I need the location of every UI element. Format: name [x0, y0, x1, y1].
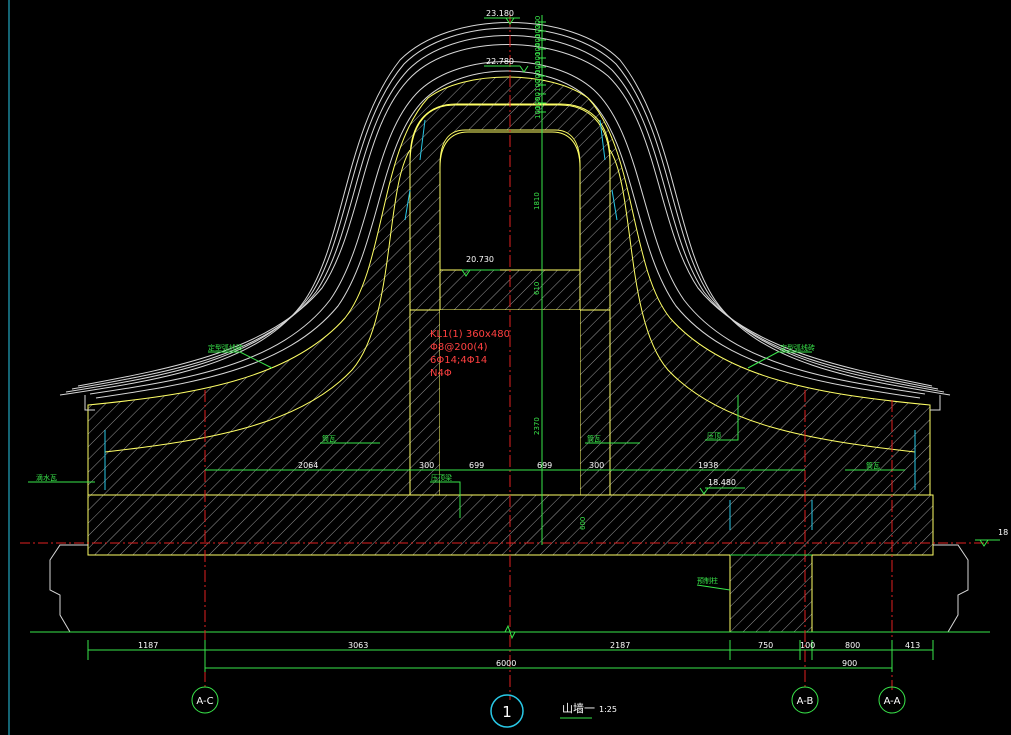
- top-dims: 20010040010010010020010060100100: [534, 16, 546, 119]
- section-number: 1: [502, 703, 512, 721]
- support-column: [729, 554, 813, 633]
- bdim-6: 413: [905, 641, 920, 650]
- axis-bubble-right2: A-A: [878, 686, 906, 714]
- bdim-2: 2187: [610, 641, 630, 650]
- idim-4: 300: [589, 461, 604, 470]
- ann-right-inner: 压顶: [707, 432, 721, 440]
- total-dim-left: 6000: [496, 659, 516, 668]
- elev-top: 23.180: [486, 9, 514, 18]
- ann-support: 预制柱: [697, 576, 718, 585]
- vdim-600: 600: [579, 517, 587, 530]
- axis-label-left: A-C: [196, 696, 213, 707]
- axis-bubble-right1: A-B: [791, 686, 819, 714]
- bdim-1: 3063: [348, 641, 368, 650]
- idim-3: 699: [537, 461, 552, 470]
- ann-center-base: 压顶梁: [431, 473, 452, 482]
- ann-left-curve: 定型弧线砖: [208, 343, 243, 352]
- axis-bubble-left: A-C: [191, 686, 219, 714]
- beam-note-line1: KL1(1) 360x480: [430, 329, 510, 340]
- bdim-3: 750: [758, 641, 773, 650]
- elev-beam: 20.730: [466, 255, 494, 264]
- bdim-4: 100: [800, 641, 815, 650]
- idim-1: 300: [419, 461, 434, 470]
- section-title-text: 山墙一: [562, 701, 595, 715]
- ann-left-inner: 筒瓦: [322, 434, 336, 443]
- ann-left-edge: 滴水瓦: [36, 473, 57, 482]
- elev-base: 18.480: [708, 478, 736, 487]
- total-dim-right: 900: [842, 659, 857, 668]
- vdim-2370: 2370: [533, 417, 541, 435]
- elev-ridge: 22.780: [486, 57, 514, 66]
- idim-5: 1938: [698, 461, 718, 470]
- idim-2: 699: [469, 461, 484, 470]
- bdim-0: 1187: [138, 641, 158, 650]
- beam-note-line3: 6Φ14;4Φ14: [430, 355, 487, 366]
- idim-0: 2064: [298, 461, 318, 470]
- axis-label-right2: A-A: [884, 696, 901, 707]
- ann-right-edge: 筒瓦: [866, 461, 880, 470]
- cad-drawing-canvas: 23.180 22.780 20.730 18.480 18 200100400…: [8, 0, 1008, 735]
- axis-label-right1: A-B: [797, 696, 814, 707]
- vdim-610: 610: [533, 282, 541, 295]
- vdim-1810: 1810: [533, 192, 541, 210]
- beam-note-line4: N4Φ: [430, 368, 452, 379]
- elev-right: 18: [998, 528, 1008, 537]
- section-scale: 1:25: [599, 705, 617, 714]
- ann-center-pier: 筒瓦: [587, 434, 601, 443]
- bdim-5: 800: [845, 641, 860, 650]
- beam-note-line2: Φ8@200(4): [430, 342, 488, 353]
- ann-right-curve: 定型弧线砖: [780, 343, 815, 352]
